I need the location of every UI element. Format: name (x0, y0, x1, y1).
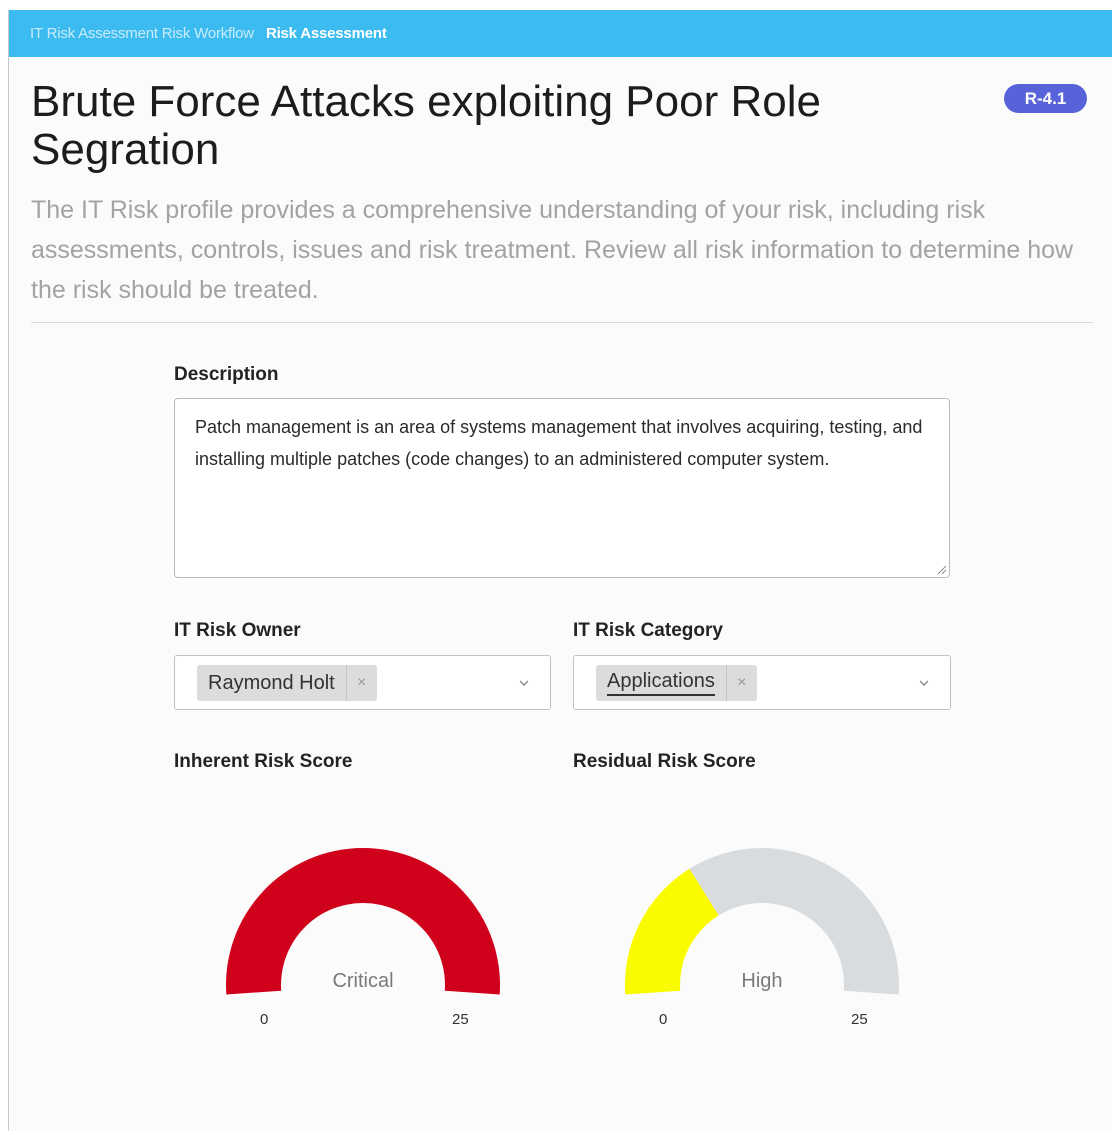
category-chip-label: Applications (596, 665, 726, 701)
category-chip-text: Applications (607, 670, 715, 696)
residual-score-label: Residual Risk Score (573, 751, 756, 772)
inherent-min-label: 0 (260, 1011, 269, 1028)
category-chip: Applications × (596, 665, 757, 701)
breadcrumb: IT Risk Assessment Risk Workflow Risk As… (9, 10, 1112, 57)
owner-label: IT Risk Owner (174, 620, 301, 641)
category-chevron-down-icon[interactable] (917, 676, 931, 690)
divider (31, 322, 1093, 323)
inherent-max-label: 25 (452, 1011, 469, 1028)
owner-chip-remove-icon[interactable]: × (345, 665, 377, 701)
owner-chip: Raymond Holt × (197, 665, 377, 701)
category-select[interactable]: Applications × (573, 655, 951, 710)
residual-level-text: High (741, 970, 783, 992)
description-label: Description (174, 364, 279, 385)
page-title: Brute Force Attacks exploiting Poor Role… (31, 77, 821, 174)
owner-select[interactable]: Raymond Holt × (174, 655, 551, 710)
breadcrumb-current: Risk Assessment (265, 25, 387, 42)
inherent-score-label: Inherent Risk Score (174, 751, 353, 772)
resize-handle-icon[interactable] (935, 563, 947, 575)
description-textarea[interactable]: Patch management is an area of systems m… (174, 398, 950, 578)
category-label: IT Risk Category (573, 620, 723, 641)
app-frame: IT Risk Assessment Risk Workflow Risk As… (8, 10, 1112, 1131)
inherent-level-text: Critical (332, 970, 394, 992)
residual-max-label: 25 (851, 1011, 868, 1028)
page-subtitle: The IT Risk profile provides a comprehen… (31, 196, 1074, 304)
breadcrumb-workflow-link[interactable]: IT Risk Assessment Risk Workflow (30, 25, 254, 42)
id-badge: R-4.1 (1004, 84, 1087, 113)
residual-min-label: 0 (659, 1011, 668, 1028)
category-chip-remove-icon[interactable]: × (725, 665, 757, 701)
description-text: Patch management is an area of systems m… (195, 417, 923, 469)
owner-chip-label: Raymond Holt (208, 671, 335, 694)
owner-chevron-down-icon[interactable] (517, 676, 531, 690)
